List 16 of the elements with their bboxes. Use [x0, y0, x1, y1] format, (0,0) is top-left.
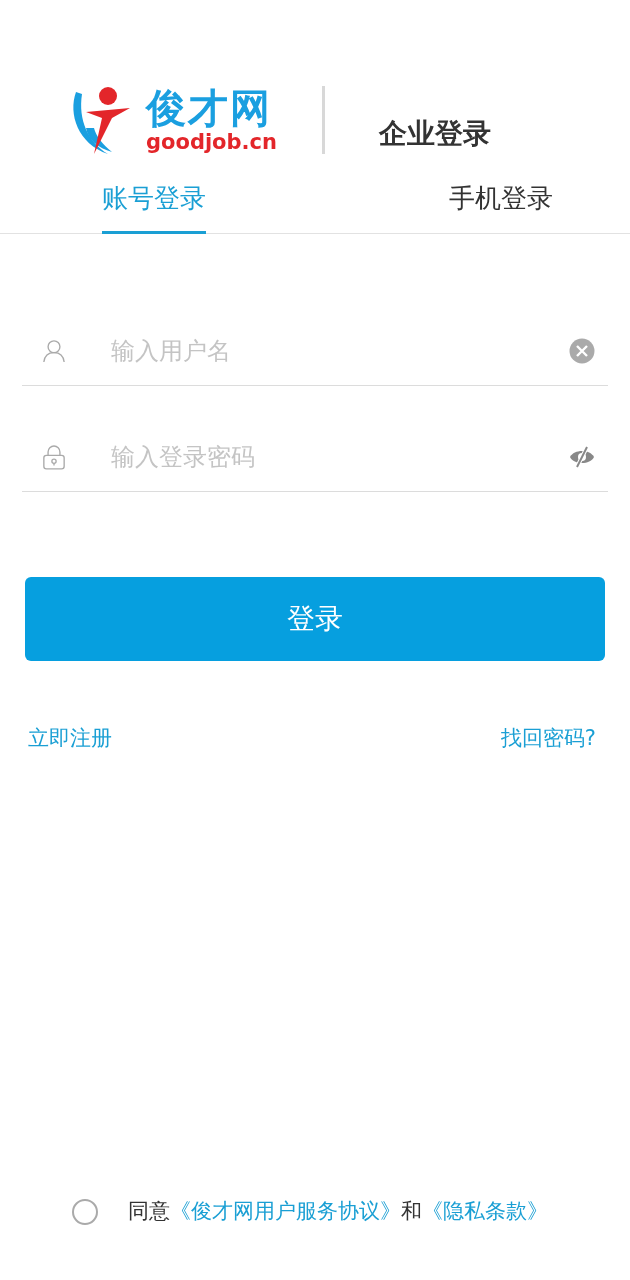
- register-link[interactable]: 立即注册: [28, 723, 112, 755]
- clear-icon[interactable]: [569, 337, 595, 364]
- username-field[interactable]: 输入用户名: [111, 332, 569, 369]
- forgot-password-link[interactable]: 找回密码?: [500, 723, 596, 755]
- page-title: 企业登录: [379, 116, 491, 152]
- password-field[interactable]: 输入登录密码: [111, 438, 569, 475]
- logo-name: 俊才网: [146, 87, 273, 128]
- agreement-text: 同意《俊才网用户服务协议》和《隐私条款》: [128, 1198, 548, 1225]
- agreement-radio[interactable]: [72, 1198, 98, 1225]
- hidden-eye-icon[interactable]: [569, 445, 595, 468]
- privacy-link[interactable]: 《隐私条款》: [422, 1199, 548, 1223]
- logo-domain: goodjob.cn: [146, 131, 277, 153]
- login-tab[interactable]: 手机登录: [449, 166, 553, 234]
- login-button[interactable]: 登录: [25, 577, 605, 661]
- login-tab[interactable]: 账号登录: [102, 166, 206, 234]
- terms-link[interactable]: 《俊才网用户服务协议》: [170, 1199, 401, 1223]
